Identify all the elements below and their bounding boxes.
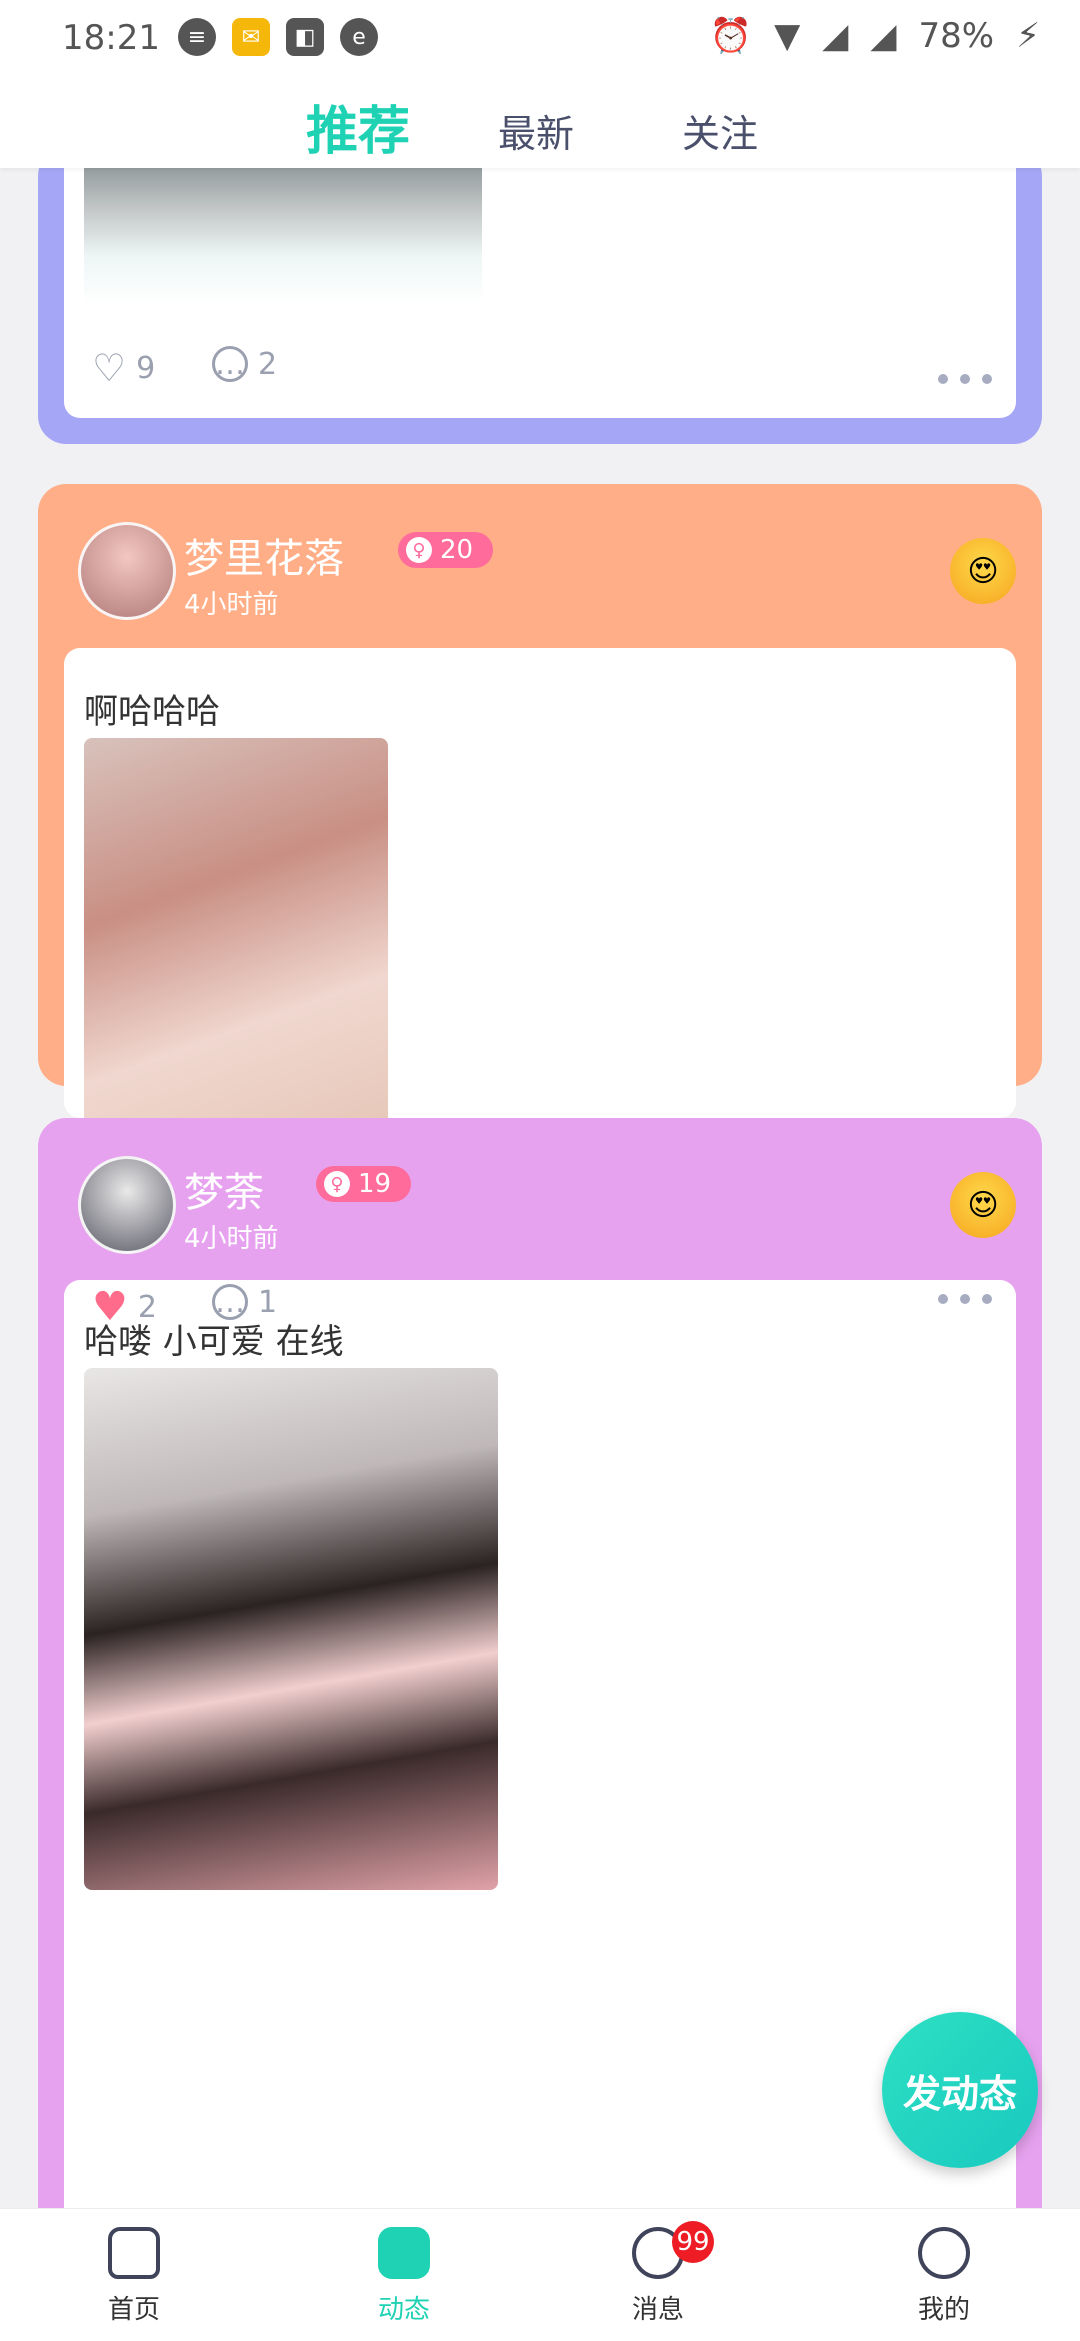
nav-mine-label: 我的 (917, 2295, 970, 2325)
post-body: 啊哈哈哈 (64, 648, 1016, 1260)
like-count: 2 (137, 1289, 157, 1325)
age-badge: ♀ 20 (398, 532, 494, 568)
post-body: 哈喽 小可爱 在线 (64, 1280, 1016, 2208)
comment-count: 1 (258, 1284, 278, 1320)
wifi-icon: ▼ (774, 16, 801, 56)
charging-icon: ⚡ (1016, 16, 1040, 56)
avatar[interactable] (78, 1156, 176, 1254)
comment-icon: … (212, 346, 248, 382)
username[interactable]: 梦荼 (184, 1160, 264, 1218)
heart-eyes-emoji-icon[interactable]: 😍 (950, 538, 1016, 604)
post-image[interactable] (84, 168, 482, 304)
app-notification-icon: ◧ (286, 18, 324, 56)
avatar[interactable] (78, 522, 176, 620)
mail-notification-icon: ✉ (232, 18, 270, 56)
post-body: ♡ 9 … 2 (64, 168, 1016, 418)
top-tabs: 推荐 最新 关注 (0, 80, 1080, 168)
post-card: 梦里花落 ♀ 20 4小时前 😍 啊哈哈哈 (38, 484, 1042, 1260)
post-card: ♡ 9 … 2 (38, 168, 1042, 444)
comment-count: 2 (258, 346, 278, 382)
age-value: 20 (440, 535, 474, 565)
tab-following[interactable]: 关注 (682, 103, 758, 158)
comment-icon: … (212, 1284, 248, 1320)
heart-eyes-emoji-icon[interactable]: 😍 (950, 1172, 1016, 1238)
signal-icon-2: ◢ (870, 16, 897, 56)
bottom-nav: 首页 动态 消息 99 我的 (0, 2208, 1080, 2341)
nav-moments[interactable]: 动态 (344, 2227, 464, 2326)
nav-home[interactable]: 首页 (74, 2227, 194, 2326)
post-status-button[interactable]: 发动态 (882, 2012, 1038, 2168)
nav-moments-label: 动态 (377, 2295, 430, 2325)
username[interactable]: 梦里花落 (184, 526, 344, 584)
more-options-button[interactable] (938, 374, 992, 384)
system-status: ⏰ ▼ ◢ ◢ 78% ⚡ (710, 16, 1040, 56)
female-icon: ♀ (324, 1171, 350, 1197)
smile-icon (918, 2227, 970, 2279)
nav-home-label: 首页 (107, 2295, 160, 2325)
notification-icons: ≡ ✉ ◧ e (178, 18, 378, 56)
tab-recommend[interactable]: 推荐 (306, 89, 410, 164)
nav-mine[interactable]: 我的 (884, 2227, 1004, 2326)
post-card: 梦荼 ♀ 19 4小时前 😍 哈喽 小可爱 在线 (38, 1118, 1042, 2208)
tab-latest[interactable]: 最新 (498, 103, 574, 158)
like-button[interactable]: ♡ 9 (92, 346, 155, 390)
browser-notification-icon: e (340, 18, 378, 56)
post-time: 4小时前 (184, 1224, 279, 1254)
like-count: 9 (136, 350, 156, 386)
heart-outline-icon: ♡ (92, 346, 127, 390)
nav-messages-label: 消息 (631, 2295, 684, 2325)
chat-notification-icon: ≡ (178, 18, 216, 56)
heart-filled-icon: ♥ (92, 1284, 128, 1330)
nav-messages[interactable]: 消息 99 (598, 2221, 718, 2326)
heart-shield-icon (378, 2227, 430, 2279)
status-time: 18:21 (62, 18, 160, 58)
female-icon: ♀ (406, 537, 432, 563)
home-icon (108, 2227, 160, 2279)
battery-percent: 78% (918, 16, 995, 56)
feed: ♡ 9 … 2 梦里花落 ♀ 20 4小时前 😍 啊哈哈哈 梦荼 ♀ 19 4小… (0, 168, 1080, 2208)
comment-button[interactable]: … 1 (212, 1284, 277, 1320)
alarm-icon: ⏰ (709, 16, 753, 56)
age-badge: ♀ 19 (316, 1166, 412, 1202)
post-text: 啊哈哈哈 (84, 692, 220, 732)
more-options-button[interactable] (938, 1294, 992, 1304)
age-value: 19 (358, 1169, 392, 1199)
post-image[interactable] (84, 1368, 498, 1890)
like-button[interactable]: ♥ 2 (92, 1284, 157, 1330)
unread-badge: 99 (672, 2221, 714, 2263)
post-time: 4小时前 (184, 590, 279, 620)
comment-button[interactable]: … 2 (212, 346, 277, 382)
status-bar: 18:21 ≡ ✉ ◧ e ⏰ ▼ ◢ ◢ 78% ⚡ (0, 0, 1080, 80)
signal-icon: ◢ (822, 16, 849, 56)
